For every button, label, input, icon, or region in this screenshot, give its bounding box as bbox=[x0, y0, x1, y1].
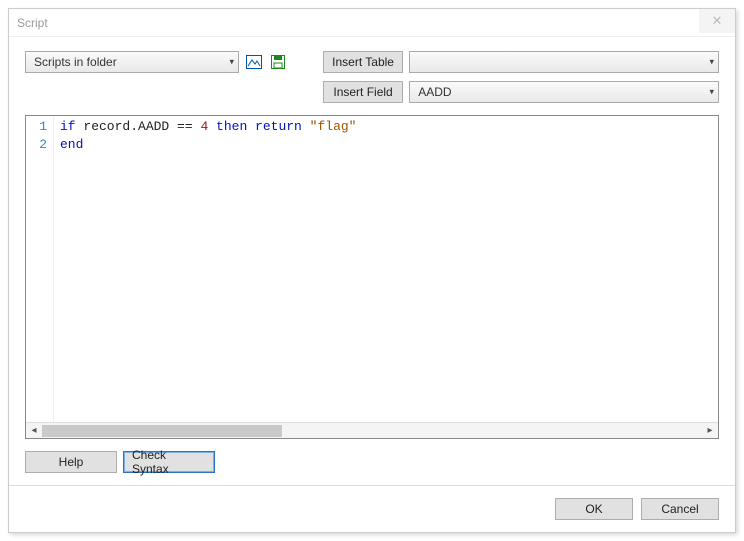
insert-field-label: Insert Field bbox=[333, 85, 392, 99]
scroll-left-arrow-icon[interactable]: ◂ bbox=[26, 423, 42, 439]
code-line: end bbox=[60, 136, 712, 154]
top-row-2: Insert Field AADD ▾ bbox=[25, 79, 719, 105]
dialog-footer: OK Cancel bbox=[9, 485, 735, 532]
help-label: Help bbox=[59, 455, 84, 469]
check-syntax-button[interactable]: Check Syntax bbox=[123, 451, 215, 473]
scripts-in-folder-combo[interactable]: Scripts in folder ▾ bbox=[25, 51, 239, 73]
close-icon: ✕ bbox=[712, 13, 723, 29]
help-button[interactable]: Help bbox=[25, 451, 117, 473]
insert-table-combo[interactable]: ▾ bbox=[409, 51, 719, 73]
insert-field-button[interactable]: Insert Field bbox=[323, 81, 403, 103]
cancel-label: Cancel bbox=[661, 502, 698, 516]
open-image-icon[interactable] bbox=[245, 53, 263, 71]
horizontal-scrollbar[interactable]: ◂ ▸ bbox=[26, 422, 718, 438]
code-area[interactable]: if record.AADD == 4 then return "flag"en… bbox=[54, 116, 718, 422]
line-gutter: 12 bbox=[26, 116, 54, 422]
save-icon[interactable] bbox=[269, 53, 287, 71]
ok-label: OK bbox=[585, 502, 602, 516]
scroll-right-arrow-icon[interactable]: ▸ bbox=[702, 423, 718, 439]
ok-button[interactable]: OK bbox=[555, 498, 633, 520]
scripts-combo-value: Scripts in folder bbox=[34, 55, 117, 69]
content-area: Scripts in folder ▾ Insert Table ▾ bbox=[9, 37, 735, 485]
cancel-button[interactable]: Cancel bbox=[641, 498, 719, 520]
code-line: if record.AADD == 4 then return "flag" bbox=[60, 118, 712, 136]
editor-body: 12 if record.AADD == 4 then return "flag… bbox=[26, 116, 718, 422]
dialog-title: Script bbox=[17, 16, 48, 30]
insert-field-combo[interactable]: AADD ▾ bbox=[409, 81, 719, 103]
titlebar: Script ✕ bbox=[9, 9, 735, 37]
top-row-1: Scripts in folder ▾ Insert Table ▾ bbox=[25, 49, 719, 75]
insert-table-button[interactable]: Insert Table bbox=[323, 51, 403, 73]
line-number: 1 bbox=[26, 118, 47, 136]
check-syntax-label: Check Syntax bbox=[132, 448, 206, 476]
left-cluster: Scripts in folder ▾ bbox=[25, 51, 317, 73]
scroll-track[interactable] bbox=[42, 423, 702, 439]
insert-field-value: AADD bbox=[418, 85, 451, 99]
insert-table-label: Insert Table bbox=[332, 55, 394, 69]
script-editor[interactable]: 12 if record.AADD == 4 then return "flag… bbox=[25, 115, 719, 439]
chevron-down-icon: ▾ bbox=[229, 57, 234, 68]
chevron-down-icon: ▾ bbox=[709, 87, 714, 98]
editor-buttons: Help Check Syntax bbox=[25, 451, 719, 473]
line-number: 2 bbox=[26, 136, 47, 154]
scroll-thumb[interactable] bbox=[42, 425, 282, 437]
script-dialog: Script ✕ Scripts in folder ▾ Insert Tabl… bbox=[8, 8, 736, 533]
chevron-down-icon: ▾ bbox=[709, 57, 714, 68]
close-button[interactable]: ✕ bbox=[699, 9, 735, 33]
